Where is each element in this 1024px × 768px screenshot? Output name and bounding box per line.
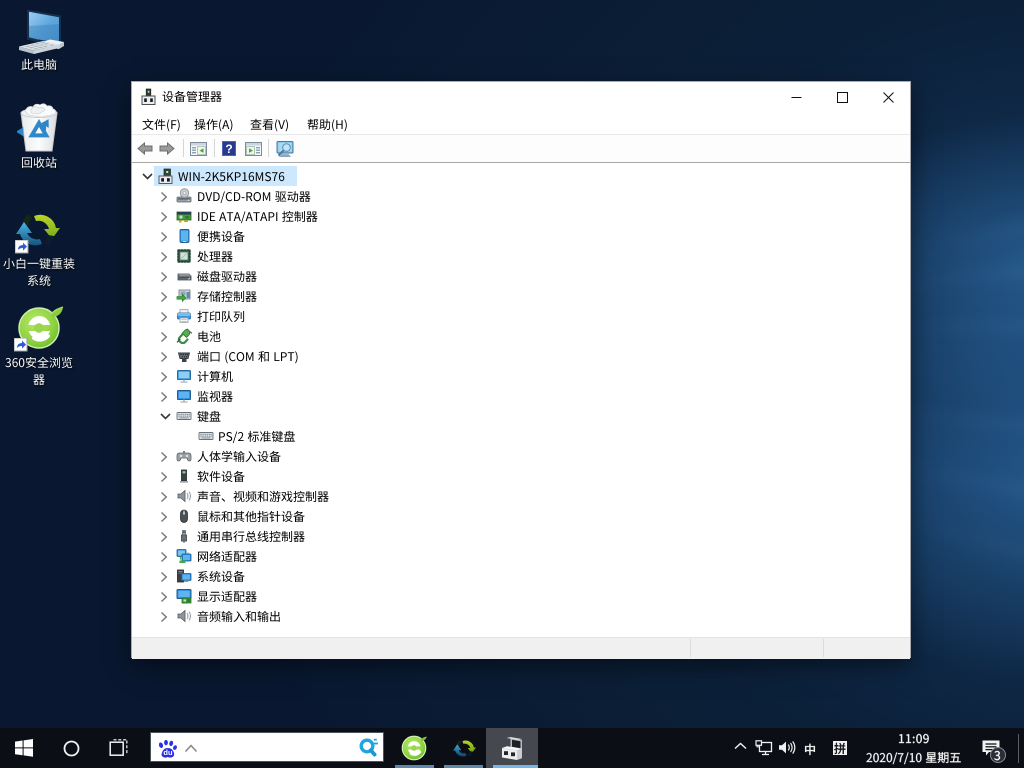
svg-text:du: du	[163, 748, 173, 757]
svg-text:?: ?	[225, 142, 232, 156]
